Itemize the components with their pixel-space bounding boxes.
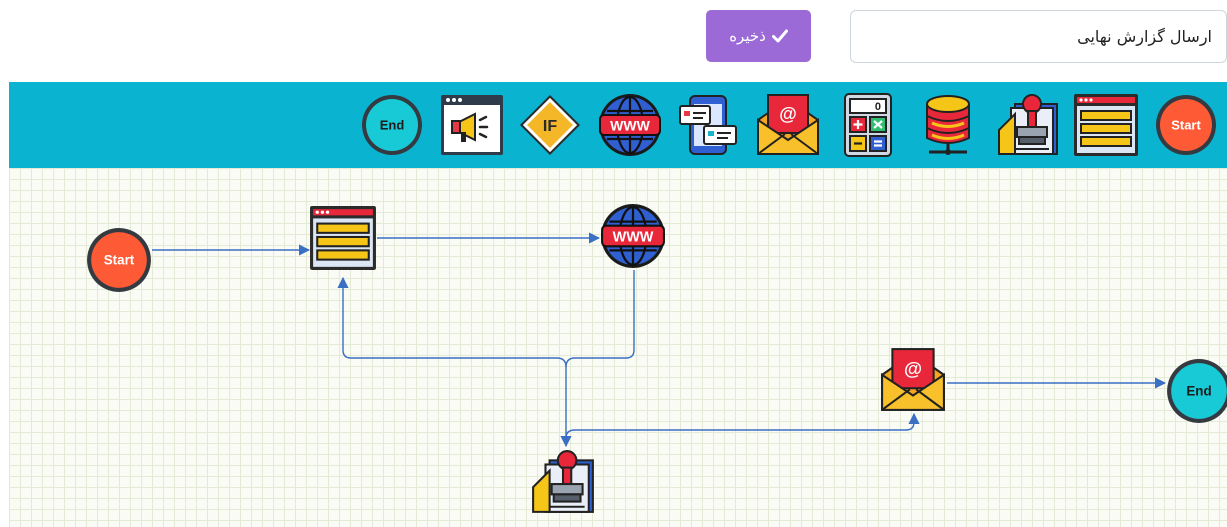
connector-stamp-to-email[interactable] — [565, 412, 920, 439]
form-node[interactable] — [309, 204, 377, 272]
toolbar-condition-icon[interactable]: IF — [517, 92, 583, 158]
save-button-label: ذخیره — [729, 27, 766, 45]
svg-text:@: @ — [779, 104, 797, 124]
svg-text:WWW: WWW — [610, 118, 650, 134]
toolbar-stamp-icon[interactable] — [995, 92, 1061, 158]
shape-toolbar: End IF WWW @ 0 Start — [9, 82, 1227, 168]
toolbar-calculator-icon[interactable]: 0 — [835, 92, 901, 158]
toolbar-start-label: Start — [1171, 118, 1201, 133]
toolbar-announcement-icon[interactable] — [439, 92, 505, 158]
toolbar-end-icon[interactable]: End — [359, 92, 425, 158]
svg-text:0: 0 — [875, 101, 881, 113]
save-button[interactable]: ذخیره — [706, 10, 811, 62]
check-icon — [771, 29, 788, 43]
toolbar-email-icon[interactable]: @ — [755, 92, 821, 158]
end-node[interactable]: End — [1165, 357, 1227, 425]
start-node-label: Start — [104, 253, 135, 268]
start-node[interactable]: Start — [85, 226, 153, 294]
toolbar-condition-label: IF — [543, 118, 557, 135]
connector-stamp-to-form[interactable] — [337, 276, 567, 368]
toolbar-end-label: End — [380, 118, 405, 133]
web-service-node[interactable]: WWW — [599, 202, 667, 270]
end-node-label: End — [1186, 384, 1211, 399]
email-node[interactable]: @ — [879, 346, 947, 414]
toolbar-form-icon[interactable] — [1073, 92, 1139, 158]
toolbar-sms-icon[interactable] — [675, 92, 741, 158]
toolbar-web-service-icon[interactable]: WWW — [597, 92, 663, 158]
connector-web-to-stamp[interactable] — [560, 270, 635, 448]
process-title-input[interactable] — [850, 10, 1227, 63]
toolbar-database-icon[interactable] — [915, 92, 981, 158]
stamp-node[interactable] — [529, 448, 597, 516]
workflow-canvas[interactable]: Start WWW @ End — [9, 168, 1227, 527]
svg-text:WWW: WWW — [613, 230, 654, 246]
toolbar-start-icon[interactable]: Start — [1153, 92, 1219, 158]
svg-text:@: @ — [904, 358, 922, 379]
